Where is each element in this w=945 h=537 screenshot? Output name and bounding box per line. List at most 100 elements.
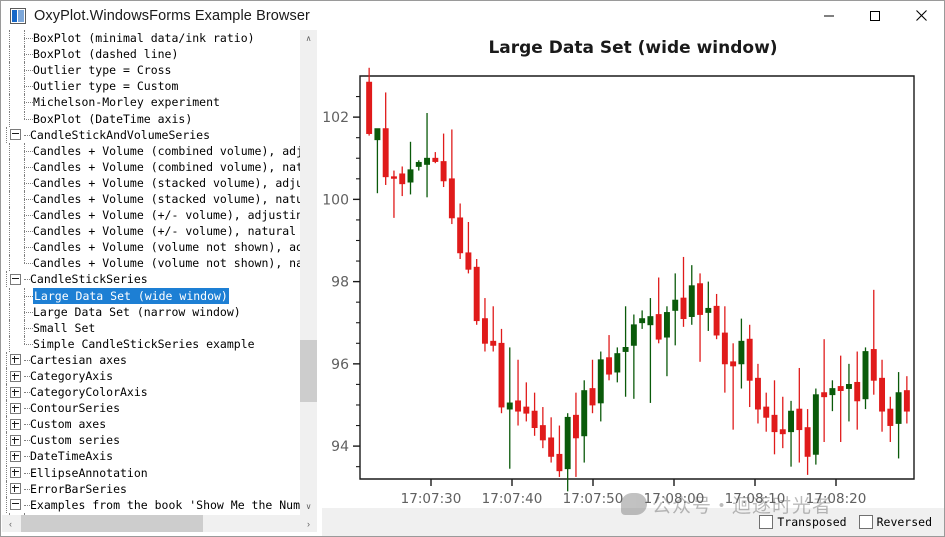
reversed-checkbox[interactable]: Reversed [858, 515, 932, 529]
tree-connector [15, 190, 33, 207]
scroll-up-icon[interactable]: ∧ [300, 30, 317, 47]
tree-item-label: Candles + Volume (+/- volume), adjusting… [33, 208, 300, 223]
tree-item-label: Candles + Volume (combined volume), natu… [33, 159, 300, 174]
candle-body [697, 283, 704, 315]
scroll-left-icon[interactable]: ‹ [2, 515, 19, 532]
tree-item-label: CategoryAxis [30, 369, 114, 384]
tree-item[interactable]: Cartesian axes [2, 351, 300, 368]
tree-item[interactable]: Examples from the book 'Show Me the Numb… [2, 496, 300, 513]
tree-connector [15, 30, 33, 47]
transposed-checkbox[interactable]: Transposed [759, 515, 847, 529]
tree-indent-guide [2, 432, 10, 449]
tree-horizontal-scroll-thumb[interactable] [21, 515, 203, 532]
tree-horizontal-scrollbar[interactable]: ‹ › [2, 515, 317, 532]
close-button[interactable] [898, 1, 944, 30]
tree-indent-guide [2, 62, 15, 79]
candle-body [746, 338, 753, 381]
scroll-right-icon[interactable]: › [300, 515, 317, 532]
tree-indent-guide [2, 319, 15, 336]
tree-vertical-scroll-thumb[interactable] [300, 340, 317, 402]
tree-item[interactable]: Candles + Volume (combined volume), natu… [2, 158, 300, 175]
tree-item[interactable]: Michelson-Morley experiment [2, 94, 300, 111]
expand-icon[interactable] [10, 434, 21, 446]
candle-body [730, 361, 737, 367]
collapse-icon[interactable] [10, 499, 21, 511]
transposed-checkbox-box[interactable] [759, 515, 774, 529]
tree-vertical-scrollbar[interactable]: ∧ ∨ [300, 30, 317, 515]
expand-icon[interactable] [10, 354, 21, 366]
y-axis-tick-label: 102 [322, 110, 349, 126]
tree-connector [15, 335, 33, 352]
tree-item[interactable]: Large Data Set (narrow window) [2, 303, 300, 320]
reversed-checkbox-box[interactable] [858, 515, 873, 529]
maximize-button[interactable] [852, 1, 898, 30]
tree-item[interactable]: Candles + Volume (stacked volume), natur… [2, 190, 300, 207]
candle-body [473, 266, 480, 322]
tree-item[interactable]: BoxPlot (minimal data/ink ratio) [2, 30, 300, 47]
tree-indent-guide [2, 464, 10, 481]
tree-item[interactable]: BoxPlot (DateTime axis) [2, 110, 300, 127]
tree-indent-guide [2, 287, 15, 304]
tree-indent-guide [2, 94, 15, 111]
tree-item[interactable]: Candles + Volume (stacked volume), adjus… [2, 174, 300, 191]
tree-item[interactable]: Candles + Volume (volume not shown), nat… [2, 255, 300, 272]
tree-item-label: Michelson-Morley experiment [33, 95, 220, 110]
transposed-checkbox-label: Transposed [777, 515, 847, 529]
tree-item[interactable]: Simple CandleStickSeries example [2, 335, 300, 352]
tree-connector [24, 271, 30, 287]
candle-body [821, 392, 828, 398]
tree-item-label: CandleStickAndVolumeSeries [30, 127, 211, 142]
candle-body [655, 314, 662, 340]
collapse-icon[interactable] [10, 129, 21, 141]
candle-body [879, 377, 886, 412]
tree-item[interactable]: ContourSeries [2, 400, 300, 417]
tree-item[interactable]: CandleStickAndVolumeSeries [2, 126, 300, 143]
tree-item-label: BoxPlot (DateTime axis) [33, 111, 193, 126]
y-axis-tick-label: 96 [331, 357, 349, 373]
candle-body [506, 402, 513, 410]
expand-icon[interactable] [10, 418, 21, 430]
tree-item[interactable]: Candles + Volume (combined volume), adju… [2, 142, 300, 159]
tree-item-label: EllipseAnnotation [30, 465, 148, 480]
scroll-down-icon[interactable]: ∨ [300, 498, 317, 515]
expand-icon[interactable] [10, 467, 21, 479]
tree-item-label: Large Data Set (narrow window) [33, 304, 241, 319]
expand-icon[interactable] [10, 483, 21, 495]
tree-item[interactable]: BoxPlot (dashed line) [2, 46, 300, 63]
tree-item[interactable]: Large Data Set (wide window) [2, 287, 300, 304]
tree-item[interactable]: Outlier type = Cross [2, 62, 300, 79]
tree-item[interactable]: Custom series [2, 432, 300, 449]
tree-item[interactable]: DateTimeAxis [2, 448, 300, 465]
minimize-button[interactable] [806, 1, 852, 30]
tree-item[interactable]: CategoryAxis [2, 368, 300, 385]
candlestick-chart: 94 96 98 100 102 17:07:30 17:07:40 17:07:50 17:0… [322, 67, 915, 507]
tree-item[interactable]: Candles + Volume (+/- volume), adjusting… [2, 207, 300, 224]
candlestick-series [366, 67, 910, 492]
candle-body [515, 400, 522, 412]
tree-item-label: DateTimeAxis [30, 449, 114, 464]
x-axis-tick-label: 17:07:50 [563, 491, 624, 507]
expand-icon[interactable] [10, 386, 21, 398]
expand-icon[interactable] [10, 402, 21, 414]
tree-item-label: Candles + Volume (volume not shown), nat… [33, 256, 300, 271]
tree-item[interactable]: Candles + Volume (volume not shown), adj… [2, 239, 300, 256]
expand-icon[interactable] [10, 370, 21, 382]
tree-item[interactable]: Outlier type = Custom [2, 78, 300, 95]
tree-item-label: Examples from the book 'Show Me the Numb… [30, 497, 300, 512]
tree-connector [24, 481, 30, 497]
tree-connector [24, 416, 30, 432]
tree-item[interactable]: CandleStickSeries [2, 271, 300, 288]
tree-item[interactable]: EllipseAnnotation [2, 464, 300, 481]
candle-body [829, 388, 836, 396]
collapse-icon[interactable] [10, 273, 21, 285]
tree-item[interactable]: Candles + Volume (+/- volume), natural Y… [2, 223, 300, 240]
tree-item-label: Outlier type = Custom [33, 79, 179, 94]
tree-item[interactable]: ErrorBarSeries [2, 480, 300, 497]
tree-indent-guide [2, 400, 10, 417]
tree-item[interactable]: Small Set [2, 319, 300, 336]
tree-item[interactable]: Custom axes [2, 416, 300, 433]
examples-tree-view[interactable]: BoxPlot (minimal data/ink ratio) BoxPlot … [2, 30, 300, 515]
tree-item[interactable]: CategoryColorAxis [2, 384, 300, 401]
window-title: OxyPlot.WindowsForms Example Browser [34, 7, 310, 24]
expand-icon[interactable] [10, 450, 21, 462]
